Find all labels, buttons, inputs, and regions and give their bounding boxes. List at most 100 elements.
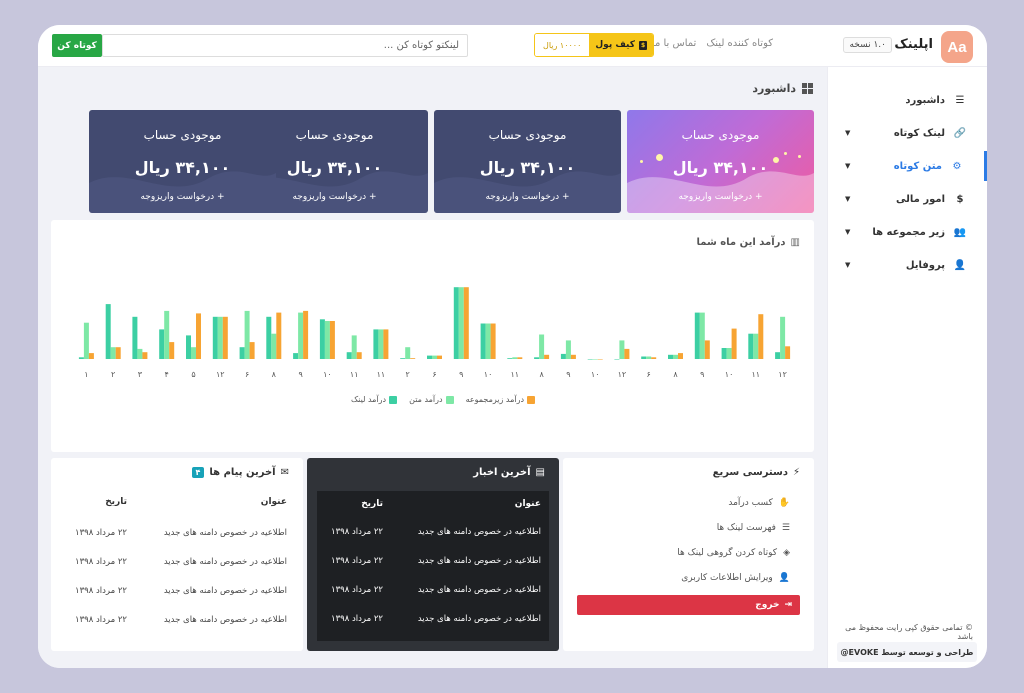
chart-bar[interactable]	[351, 335, 357, 359]
chart-bar[interactable]	[346, 352, 352, 359]
sidebar-item[interactable]: 👥 زیر مجموعه ها ▼	[827, 217, 987, 247]
chart-bar[interactable]	[597, 359, 603, 360]
chart-bar[interactable]	[196, 313, 201, 359]
chart-bar[interactable]	[427, 355, 432, 359]
chart-bar[interactable]	[142, 352, 148, 359]
quick-access-link[interactable]: ☰ فهرست لینک ها	[717, 523, 790, 533]
chart-bar[interactable]	[329, 321, 335, 359]
chart-bar[interactable]	[303, 310, 309, 359]
chart-bar[interactable]	[249, 342, 255, 359]
news-row-title[interactable]: اطلاعیه در خصوص دامنه های جدید	[418, 556, 541, 566]
chart-bar[interactable]	[88, 353, 94, 359]
chart-bar[interactable]	[592, 359, 598, 360]
chart-bar[interactable]	[748, 333, 754, 359]
chart-bar[interactable]	[458, 287, 464, 359]
chart-bar[interactable]	[780, 316, 786, 359]
chart-bar[interactable]	[721, 348, 727, 359]
chart-bar[interactable]	[186, 335, 191, 359]
message-row-title[interactable]: اطلاعیه در خصوص دامنه های جدید	[164, 557, 287, 567]
quick-access-link[interactable]: ✋ کسب درآمد	[728, 498, 790, 508]
chart-bar[interactable]	[758, 314, 764, 359]
chart-bar[interactable]	[490, 323, 496, 360]
chart-bar[interactable]	[222, 316, 228, 359]
shorten-button[interactable]: کوتاه کن	[52, 34, 102, 57]
chart-bar[interactable]	[453, 287, 459, 359]
chart-bar[interactable]	[668, 354, 673, 359]
chart-bar[interactable]	[191, 347, 196, 359]
chart-bar[interactable]	[217, 316, 223, 359]
chart-bar[interactable]	[373, 329, 379, 359]
chart-bar[interactable]	[115, 347, 121, 359]
chart-bar[interactable]	[356, 352, 362, 359]
wallet-widget[interactable]: $ کیف پول ۱۰۰۰۰ ریال	[534, 33, 655, 57]
chart-bar[interactable]	[731, 328, 737, 359]
chart-bar[interactable]	[293, 353, 299, 359]
chart-bar[interactable]	[641, 356, 647, 360]
message-row-title[interactable]: اطلاعیه در خصوص دامنه های جدید	[164, 615, 287, 625]
chart-bar[interactable]	[507, 358, 513, 359]
chart-bar[interactable]	[678, 353, 683, 359]
chart-bar[interactable]	[405, 347, 411, 359]
chart-bar[interactable]	[775, 352, 781, 359]
chart-bar[interactable]	[512, 357, 518, 359]
chart-bar[interactable]	[244, 310, 250, 359]
sidebar-item[interactable]: $ امور مالی ▼	[827, 184, 987, 214]
chart-bar[interactable]	[694, 312, 700, 359]
news-row-title[interactable]: اطلاعیه در خصوص دامنه های جدید	[418, 585, 541, 595]
chart-bar[interactable]	[565, 340, 571, 359]
withdraw-request-link[interactable]: + درخواست واریزوجه	[627, 192, 814, 202]
search-input[interactable]: لینکتو کوتاه کن ...	[102, 34, 468, 57]
chart-bar[interactable]	[726, 348, 732, 359]
chart-bar[interactable]	[587, 359, 593, 360]
chart-bar[interactable]	[319, 319, 325, 359]
chart-bar[interactable]	[298, 312, 304, 359]
chart-bar[interactable]	[137, 348, 143, 359]
chart-bar[interactable]	[378, 329, 384, 359]
chart-bar[interactable]	[699, 312, 705, 359]
chart-bar[interactable]	[239, 347, 245, 359]
chart-bar[interactable]	[753, 333, 759, 359]
chart-bar[interactable]	[410, 358, 416, 359]
chart-bar[interactable]	[83, 322, 89, 359]
chart-bar[interactable]	[539, 334, 545, 360]
chart-bar[interactable]	[570, 354, 576, 359]
app-logo[interactable]: Aa	[941, 31, 973, 63]
chart-bar[interactable]	[164, 310, 170, 359]
chart-bar[interactable]	[437, 355, 442, 359]
legend-item-sub[interactable]: درآمد زیرمجموعه	[466, 395, 536, 404]
chart-bar[interactable]	[463, 287, 469, 359]
chart-bar[interactable]	[614, 359, 620, 360]
chart-bar[interactable]	[785, 346, 791, 359]
chart-bar[interactable]	[704, 340, 710, 359]
chart-bar[interactable]	[400, 358, 406, 359]
chart-bar[interactable]	[159, 329, 165, 359]
message-row-title[interactable]: اطلاعیه در خصوص دامنه های جدید	[164, 586, 287, 596]
chart-bar[interactable]	[560, 353, 566, 359]
chart-bar[interactable]	[485, 323, 491, 360]
message-row-title[interactable]: اطلاعیه در خصوص دامنه های جدید	[164, 528, 287, 538]
chart-bar[interactable]	[132, 316, 138, 359]
chart-bar[interactable]	[266, 316, 272, 359]
chart-bar[interactable]	[646, 356, 652, 360]
sidebar-item[interactable]: ⚙ متن کوتاه ▼	[827, 151, 987, 181]
chart-bar[interactable]	[105, 304, 111, 359]
chart-bar[interactable]	[271, 333, 277, 359]
quick-access-link[interactable]: ◈ کوتاه کردن گروهی لینک ها	[677, 548, 790, 558]
chart-bar[interactable]	[534, 357, 540, 359]
sidebar-item[interactable]: ☰ داشبورد	[827, 85, 987, 115]
nav-link-contact[interactable]: تماس با ما	[652, 38, 696, 49]
sidebar-item[interactable]: 👤 پروفایل ▼	[827, 250, 987, 280]
chart-bar[interactable]	[383, 329, 389, 359]
chart-bar[interactable]	[432, 355, 437, 359]
chart-bar[interactable]	[517, 357, 523, 359]
sidebar-item[interactable]: 🔗 لینک کوتاه ▼	[827, 118, 987, 148]
nav-link-shortener[interactable]: کوتاه کننده لینک	[706, 38, 773, 49]
chart-bar[interactable]	[619, 340, 625, 359]
chart-bar[interactable]	[276, 312, 282, 359]
chart-bar[interactable]	[624, 348, 630, 359]
chart-bar[interactable]	[78, 357, 84, 359]
chart-bar[interactable]	[110, 347, 116, 359]
chart-bar[interactable]	[673, 354, 678, 359]
withdraw-request-link[interactable]: + درخواست واریزوجه	[89, 192, 276, 202]
chart-bar[interactable]	[212, 316, 218, 359]
